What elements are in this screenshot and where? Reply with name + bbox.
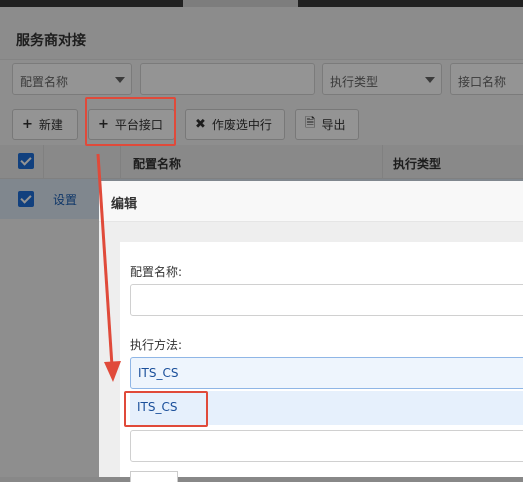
annotation-highlight-dropdown-option: [124, 391, 208, 427]
config-name-label: 配置名称:: [130, 265, 183, 279]
exec-method-label: 执行方法:: [130, 338, 183, 352]
dialog-header: 编辑: [99, 181, 523, 222]
config-name-field[interactable]: [130, 284, 523, 316]
edit-dialog: 编辑 配置名称: 执行方法: ITS_CS ITS_CS: [99, 181, 523, 482]
annotation-highlight-platform-button: [85, 97, 176, 146]
dialog-title: 编辑: [111, 197, 138, 212]
exec-method-value: ITS_CS: [138, 366, 179, 380]
next-field[interactable]: [130, 430, 523, 462]
dialog-form: 配置名称: 执行方法: ITS_CS ITS_CS: [120, 242, 523, 477]
exec-method-select[interactable]: ITS_CS: [130, 357, 523, 389]
